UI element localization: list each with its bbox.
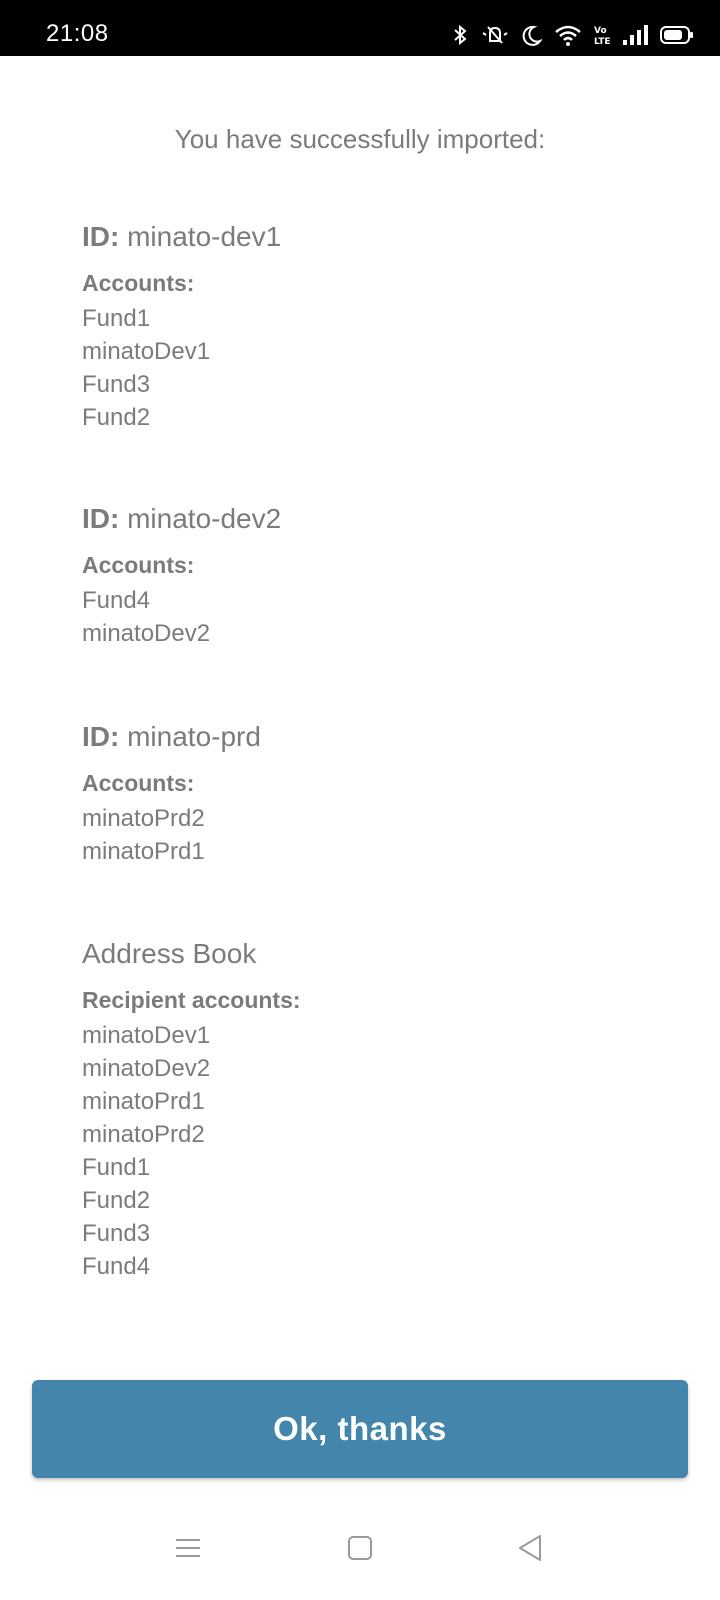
volte-icon: Vo LTE	[594, 23, 610, 47]
id-value: minato-prd	[127, 721, 261, 752]
status-bar: 21:08 Vo LTE	[0, 0, 720, 56]
signal-icon	[622, 23, 648, 47]
wifi-icon	[554, 23, 582, 47]
id-heading: ID: minato-dev1	[82, 220, 281, 254]
accounts-label: Accounts:	[82, 770, 195, 796]
ok-thanks-button[interactable]: Ok, thanks	[32, 1380, 688, 1478]
intro-text: You have successfully imported:	[174, 124, 546, 154]
svg-text:Vo: Vo	[594, 26, 607, 36]
id-label: ID:	[82, 503, 120, 534]
list-item: Fund3	[82, 371, 151, 398]
menu-icon	[175, 1537, 201, 1564]
accounts-list: Fund1 minatoDev1 Fund3 Fund2	[82, 302, 281, 434]
list-item: minatoPrd2	[82, 1121, 205, 1148]
accounts-label: Accounts:	[82, 552, 195, 578]
menu-nav-button[interactable]	[158, 1530, 218, 1570]
list-item: Fund2	[82, 1187, 151, 1214]
list-item: Fund4	[82, 1253, 151, 1280]
home-nav-button[interactable]	[330, 1530, 390, 1570]
list-item: minatoDev1	[82, 338, 211, 365]
home-square-icon	[347, 1535, 373, 1566]
recipients-label: Recipient accounts:	[82, 987, 301, 1013]
list-item: Fund4	[82, 587, 151, 614]
svg-text:LTE: LTE	[594, 37, 610, 47]
id-label: ID:	[82, 721, 120, 752]
list-item: Fund2	[82, 404, 151, 431]
id-section-minato-dev2: ID: minato-dev2 Accounts: Fund4 minatoDe…	[82, 502, 281, 650]
bluetooth-icon	[452, 23, 468, 47]
list-item: minatoPrd1	[82, 838, 205, 865]
id-heading: ID: minato-dev2	[82, 502, 281, 536]
id-section-minato-dev1: ID: minato-dev1 Accounts: Fund1 minatoDe…	[82, 220, 281, 434]
list-item: Fund1	[82, 305, 151, 332]
back-triangle-icon	[517, 1534, 543, 1567]
id-label: ID:	[82, 221, 120, 252]
accounts-list: minatoPrd2 minatoPrd1	[82, 802, 261, 868]
list-item: minatoDev2	[82, 620, 211, 647]
id-heading: ID: minato-prd	[82, 720, 261, 754]
list-item: minatoPrd2	[82, 805, 205, 832]
id-value: minato-dev2	[127, 503, 282, 534]
navigation-bar	[0, 1516, 720, 1600]
status-icons: Vo LTE	[452, 20, 694, 50]
id-section-minato-prd: ID: minato-prd Accounts: minatoPrd2 mina…	[82, 720, 261, 868]
id-value: minato-dev1	[127, 221, 282, 252]
address-book-section: Address Book Recipient accounts: minatoD…	[82, 937, 301, 1283]
battery-icon	[660, 23, 694, 47]
accounts-label: Accounts:	[82, 270, 195, 296]
address-book-title: Address Book	[82, 938, 257, 969]
screen: 21:08 Vo LTE You have successfully impor…	[0, 0, 720, 1600]
moon-icon	[522, 23, 542, 47]
mute-bell-icon	[480, 23, 510, 47]
list-item: minatoDev1	[82, 1022, 211, 1049]
list-item: Fund1	[82, 1154, 151, 1181]
accounts-list: Fund4 minatoDev2	[82, 584, 281, 650]
recipients-list: minatoDev1 minatoDev2 minatoPrd1 minatoP…	[82, 1019, 301, 1283]
status-time: 21:08	[46, 20, 109, 47]
back-nav-button[interactable]	[500, 1530, 560, 1570]
list-item: minatoDev2	[82, 1055, 211, 1082]
list-item: Fund3	[82, 1220, 151, 1247]
list-item: minatoPrd1	[82, 1088, 205, 1115]
